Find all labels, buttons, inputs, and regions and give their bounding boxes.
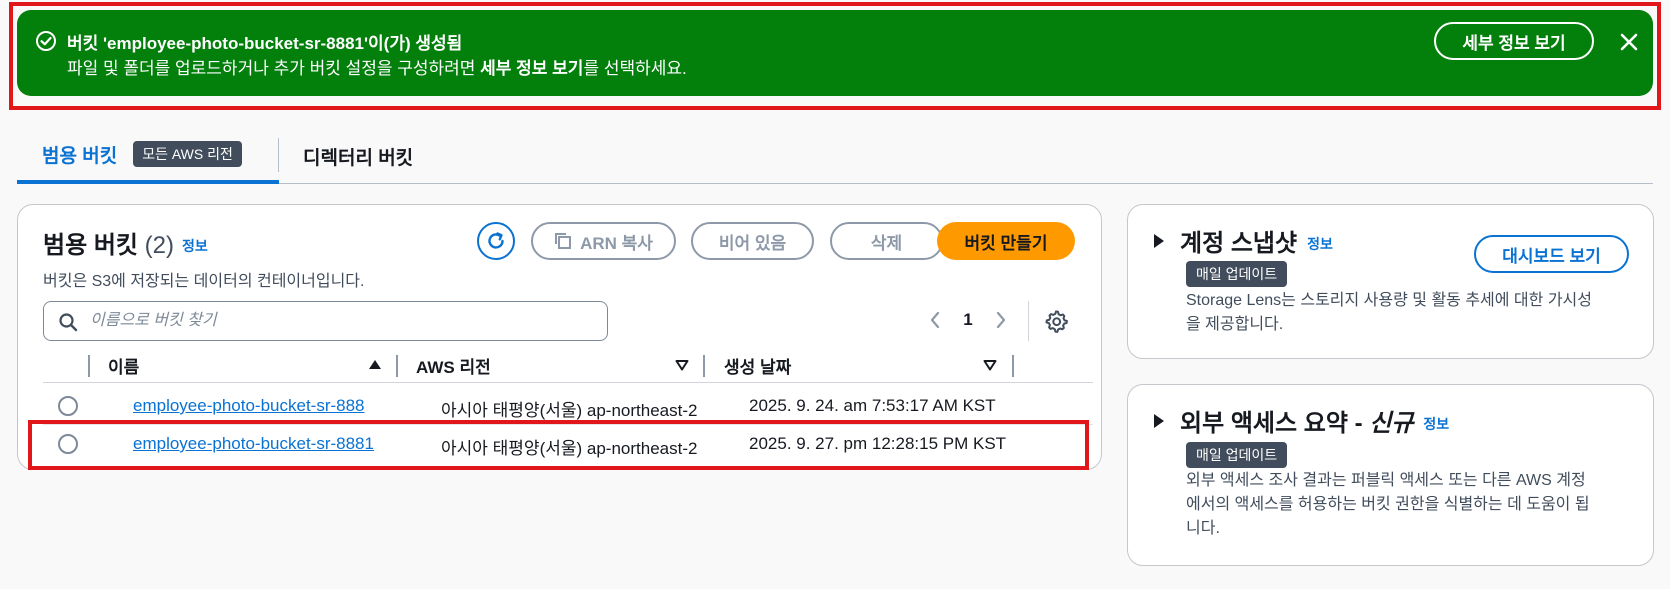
sort-icon[interactable] bbox=[983, 358, 997, 372]
daily-update-badge: 매일 업데이트 bbox=[1186, 442, 1288, 468]
external-access-description: 외부 액세스 조사 결과는 퍼블릭 액세스 또는 다른 AWS 계정 에서의 액… bbox=[1186, 472, 1590, 537]
table-header: 이름 AWS 리전 생성 날짜 bbox=[43, 347, 1093, 383]
bucket-type-tabs: 범용 버킷 모든 AWS 리전 디렉터리 버킷 bbox=[17, 128, 1653, 184]
search-input[interactable] bbox=[90, 308, 590, 334]
bucket-region: 아시아 태평양(서울) ap-northeast-2 bbox=[441, 401, 698, 420]
sort-icon[interactable] bbox=[675, 358, 689, 372]
banner-highlight-box bbox=[9, 2, 1661, 110]
column-region-header[interactable]: AWS 리전 bbox=[416, 347, 491, 383]
refresh-icon bbox=[488, 232, 504, 249]
refresh-button[interactable] bbox=[477, 222, 515, 260]
column-separator bbox=[1012, 355, 1014, 377]
caret-right-icon bbox=[1154, 233, 1164, 248]
column-separator bbox=[703, 355, 705, 377]
tab-directory-label: 디렉터리 버킷 bbox=[303, 147, 414, 169]
account-snapshot-description: Storage Lens는 스토리지 사용량 및 활동 추세에 대한 가시성 을… bbox=[1186, 292, 1592, 333]
account-snapshot-header[interactable]: 계정 스냅샷 정보 bbox=[1152, 223, 1333, 258]
delete-bucket-button[interactable]: 삭제 bbox=[830, 222, 943, 260]
pagination: 1 bbox=[923, 303, 1013, 337]
bucket-search bbox=[43, 301, 608, 341]
tab-divider bbox=[278, 138, 279, 172]
tab-general-label: 범용 버킷 bbox=[42, 145, 118, 167]
all-regions-badge: 모든 AWS 리전 bbox=[133, 141, 242, 167]
account-snapshot-title: 계정 스냅샷 bbox=[1180, 230, 1298, 257]
panel-description: 버킷은 S3에 저장되는 데이터의 컨테이너입니다. bbox=[43, 273, 365, 290]
account-snapshot-panel: 계정 스냅샷 정보 대시보드 보기 매일 업데이트 Storage Lens는 … bbox=[1127, 204, 1654, 359]
copy-arn-button[interactable]: ARN 복사 bbox=[531, 222, 676, 260]
bucket-created-date: 2025. 9. 24. am 7:53:17 AM KST bbox=[749, 396, 996, 415]
copy-icon bbox=[555, 233, 572, 249]
panel-title: 범용 버킷 (2) 정보 bbox=[43, 232, 208, 259]
column-name-header[interactable]: 이름 bbox=[108, 347, 139, 383]
view-dashboard-button[interactable]: 대시보드 보기 bbox=[1474, 235, 1629, 273]
prev-page-button[interactable] bbox=[923, 308, 947, 332]
column-created-header[interactable]: 생성 날짜 bbox=[724, 347, 791, 383]
sort-ascending-icon[interactable] bbox=[368, 358, 382, 372]
bucket-count: (2) bbox=[144, 232, 175, 259]
info-link[interactable]: 정보 bbox=[182, 238, 208, 254]
gear-icon[interactable] bbox=[1044, 309, 1068, 333]
current-page[interactable]: 1 bbox=[947, 310, 989, 330]
search-icon bbox=[59, 313, 78, 332]
info-link[interactable]: 정보 bbox=[1423, 414, 1449, 434]
external-access-title: 외부 액세스 요약 - 신규 bbox=[1180, 410, 1414, 437]
daily-update-badge: 매일 업데이트 bbox=[1186, 261, 1288, 287]
chevron-right-icon bbox=[996, 311, 1006, 329]
next-page-button[interactable] bbox=[989, 308, 1013, 332]
external-access-panel: 외부 액세스 요약 - 신규 정보 매일 업데이트 외부 액세스 조사 결과는 … bbox=[1127, 384, 1654, 566]
chevron-left-icon bbox=[930, 311, 940, 329]
tab-directory-buckets[interactable]: 디렉터리 버킷 bbox=[303, 128, 413, 184]
row-select-radio[interactable] bbox=[58, 396, 78, 416]
empty-bucket-button[interactable]: 비어 있음 bbox=[691, 222, 814, 260]
row-highlight-box bbox=[28, 420, 1089, 470]
pager-divider bbox=[1028, 301, 1029, 341]
column-separator bbox=[88, 355, 90, 377]
external-access-header[interactable]: 외부 액세스 요약 - 신규 정보 bbox=[1152, 403, 1449, 438]
info-link[interactable]: 정보 bbox=[1307, 234, 1333, 254]
new-label: 신규 bbox=[1369, 410, 1414, 437]
tab-general-buckets[interactable]: 범용 버킷 모든 AWS 리전 bbox=[17, 128, 279, 184]
column-separator bbox=[396, 355, 398, 377]
create-bucket-button[interactable]: 버킷 만들기 bbox=[937, 222, 1075, 260]
caret-right-icon bbox=[1154, 413, 1164, 428]
bucket-name-link[interactable]: employee-photo-bucket-sr-888 bbox=[133, 396, 365, 416]
